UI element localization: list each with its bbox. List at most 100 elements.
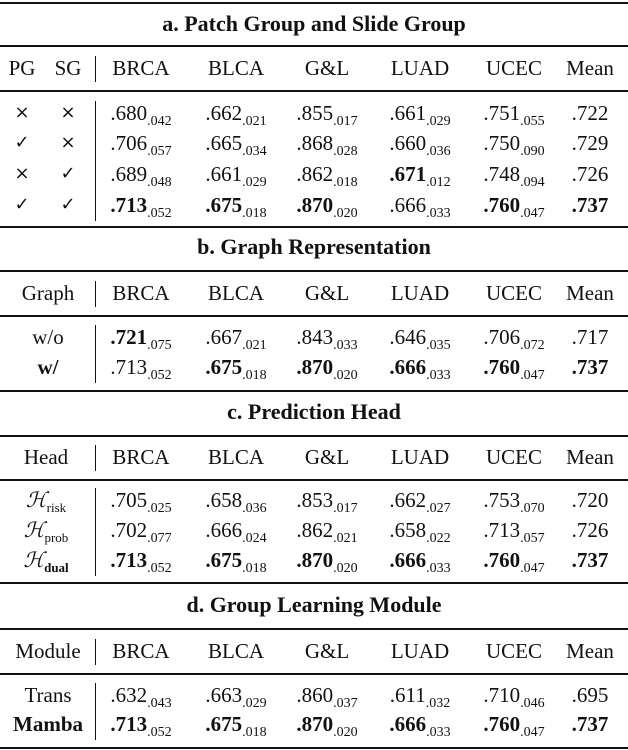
value-mean: .675 (205, 193, 243, 217)
header-bottom-rule (0, 673, 628, 675)
value-std: .077 (147, 531, 172, 546)
value-cell: .862.021 (296, 516, 357, 548)
value-mean: .760 (483, 355, 521, 379)
value-std: .021 (242, 114, 267, 129)
value-std: .052 (147, 206, 172, 221)
value-cell: .666.033 (389, 191, 450, 223)
value-cell: .862.018 (296, 160, 357, 192)
value-std: .046 (520, 696, 545, 711)
column-header: LUAD (390, 56, 450, 80)
value-cell: .663.029 (205, 681, 266, 713)
cross-icon: × (14, 163, 30, 184)
check-icon: ✓ (60, 194, 76, 215)
value-mean: .675 (205, 355, 243, 379)
row-label: Trans (24, 683, 72, 707)
cross-icon: × (14, 102, 30, 123)
header-bottom-rule (0, 315, 628, 317)
value-std: .012 (426, 175, 451, 190)
value-std: .037 (333, 696, 358, 711)
value-mean: .666 (389, 355, 427, 379)
value-mean: .666 (389, 193, 427, 217)
value-mean: .663 (205, 683, 243, 707)
section-title: b. Graph Representation (197, 234, 431, 259)
value-cell: .705.025 (110, 486, 171, 518)
value-mean: .737 (571, 355, 609, 379)
value-std: .052 (147, 368, 172, 383)
column-header: UCEC (485, 445, 543, 469)
value-mean: .753 (483, 488, 521, 512)
header-bottom-rule (0, 479, 628, 481)
value-std: .047 (520, 561, 545, 576)
value-mean: .665 (205, 131, 243, 155)
value-cell: .662.021 (205, 99, 266, 131)
value-std: .018 (242, 725, 267, 740)
value-cell: .737 (572, 546, 609, 574)
value-mean: .695 (571, 683, 609, 707)
value-std: .034 (242, 144, 267, 159)
cross-icon: × (60, 132, 76, 153)
value-mean: .737 (571, 548, 609, 572)
value-mean: .860 (296, 683, 334, 707)
column-header: BLCA (207, 445, 265, 469)
column-header: Mean (566, 445, 614, 469)
value-mean: .870 (296, 355, 334, 379)
value-cell: .666.033 (389, 353, 450, 385)
value-cell: .860.037 (296, 681, 357, 713)
column-header: LUAD (390, 445, 450, 469)
value-std: .055 (520, 114, 545, 129)
value-mean: .721 (110, 325, 148, 349)
column-header: BRCA (112, 56, 170, 80)
value-std: .042 (147, 114, 172, 129)
value-std: .018 (242, 561, 267, 576)
value-mean: .760 (483, 548, 521, 572)
value-mean: .870 (296, 193, 334, 217)
column-header: G&L (304, 445, 350, 469)
value-cell: .760.047 (483, 546, 544, 578)
value-mean: .853 (296, 488, 334, 512)
value-std: .070 (520, 501, 545, 516)
value-cell: .760.047 (483, 191, 544, 223)
head-label: ℋprob (24, 516, 69, 547)
value-cell: .666.033 (389, 546, 450, 578)
column-header: G&L (304, 56, 350, 80)
value-cell: .662.027 (389, 486, 450, 518)
value-mean: .862 (296, 162, 334, 186)
value-mean: .722 (571, 101, 609, 125)
value-mean: .737 (571, 712, 609, 736)
value-mean: .750 (483, 131, 521, 155)
value-cell: .737 (572, 710, 609, 738)
bottom-rule (0, 747, 628, 749)
value-std: .036 (426, 144, 451, 159)
value-std: .029 (242, 696, 267, 711)
column-header: LUAD (390, 281, 450, 305)
column-header: Mean (566, 639, 614, 663)
value-mean: .760 (483, 712, 521, 736)
value-mean: .710 (483, 683, 521, 707)
bottom-rule (0, 582, 628, 584)
check-icon: ✓ (14, 194, 30, 215)
value-mean: .671 (389, 162, 427, 186)
value-std: .017 (333, 114, 358, 129)
value-cell: .870.020 (296, 710, 357, 742)
column-header: BLCA (207, 281, 265, 305)
value-std: .018 (242, 368, 267, 383)
value-mean: .862 (296, 518, 334, 542)
value-mean: .680 (110, 101, 148, 125)
column-header: BRCA (112, 639, 170, 663)
row-header-label: Graph (21, 281, 75, 305)
bottom-rule (0, 390, 628, 392)
value-mean: .702 (110, 518, 148, 542)
value-cell: .729 (572, 129, 609, 157)
value-std: .022 (426, 531, 451, 546)
row-header-label: Module (15, 639, 81, 663)
value-std: .018 (242, 206, 267, 221)
value-cell: .720 (572, 486, 609, 514)
column-divider (95, 56, 96, 82)
value-std: .048 (147, 175, 172, 190)
value-mean: .662 (389, 488, 427, 512)
value-std: .033 (426, 368, 451, 383)
value-std: .075 (147, 338, 172, 353)
section-title: a. Patch Group and Slide Group (162, 11, 466, 36)
value-cell: .646.035 (389, 323, 450, 355)
value-cell: .675.018 (205, 710, 266, 742)
